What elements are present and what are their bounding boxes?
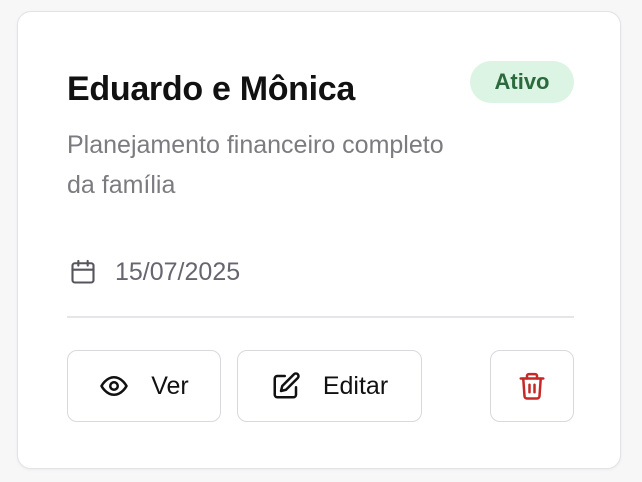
edit-button[interactable]: Editar bbox=[237, 350, 422, 422]
project-card: Eduardo e Mônica Ativo Planejamento fina… bbox=[17, 11, 621, 469]
divider bbox=[67, 316, 574, 318]
date-row: 15/07/2025 bbox=[67, 254, 240, 290]
card-title: Eduardo e Mônica bbox=[67, 70, 356, 108]
calendar-icon bbox=[67, 256, 99, 288]
view-button[interactable]: Ver bbox=[67, 350, 221, 422]
edit-button-label: Editar bbox=[322, 371, 389, 400]
card-date: 15/07/2025 bbox=[115, 257, 241, 286]
trash-icon bbox=[517, 371, 547, 401]
card-description: Planejamento financeiro completo da famí… bbox=[67, 131, 444, 199]
delete-button[interactable] bbox=[490, 350, 574, 422]
view-button-label: Ver bbox=[151, 371, 189, 400]
eye-icon bbox=[99, 371, 129, 401]
pencil-square-icon bbox=[271, 371, 301, 401]
status-badge: Ativo bbox=[470, 61, 574, 103]
